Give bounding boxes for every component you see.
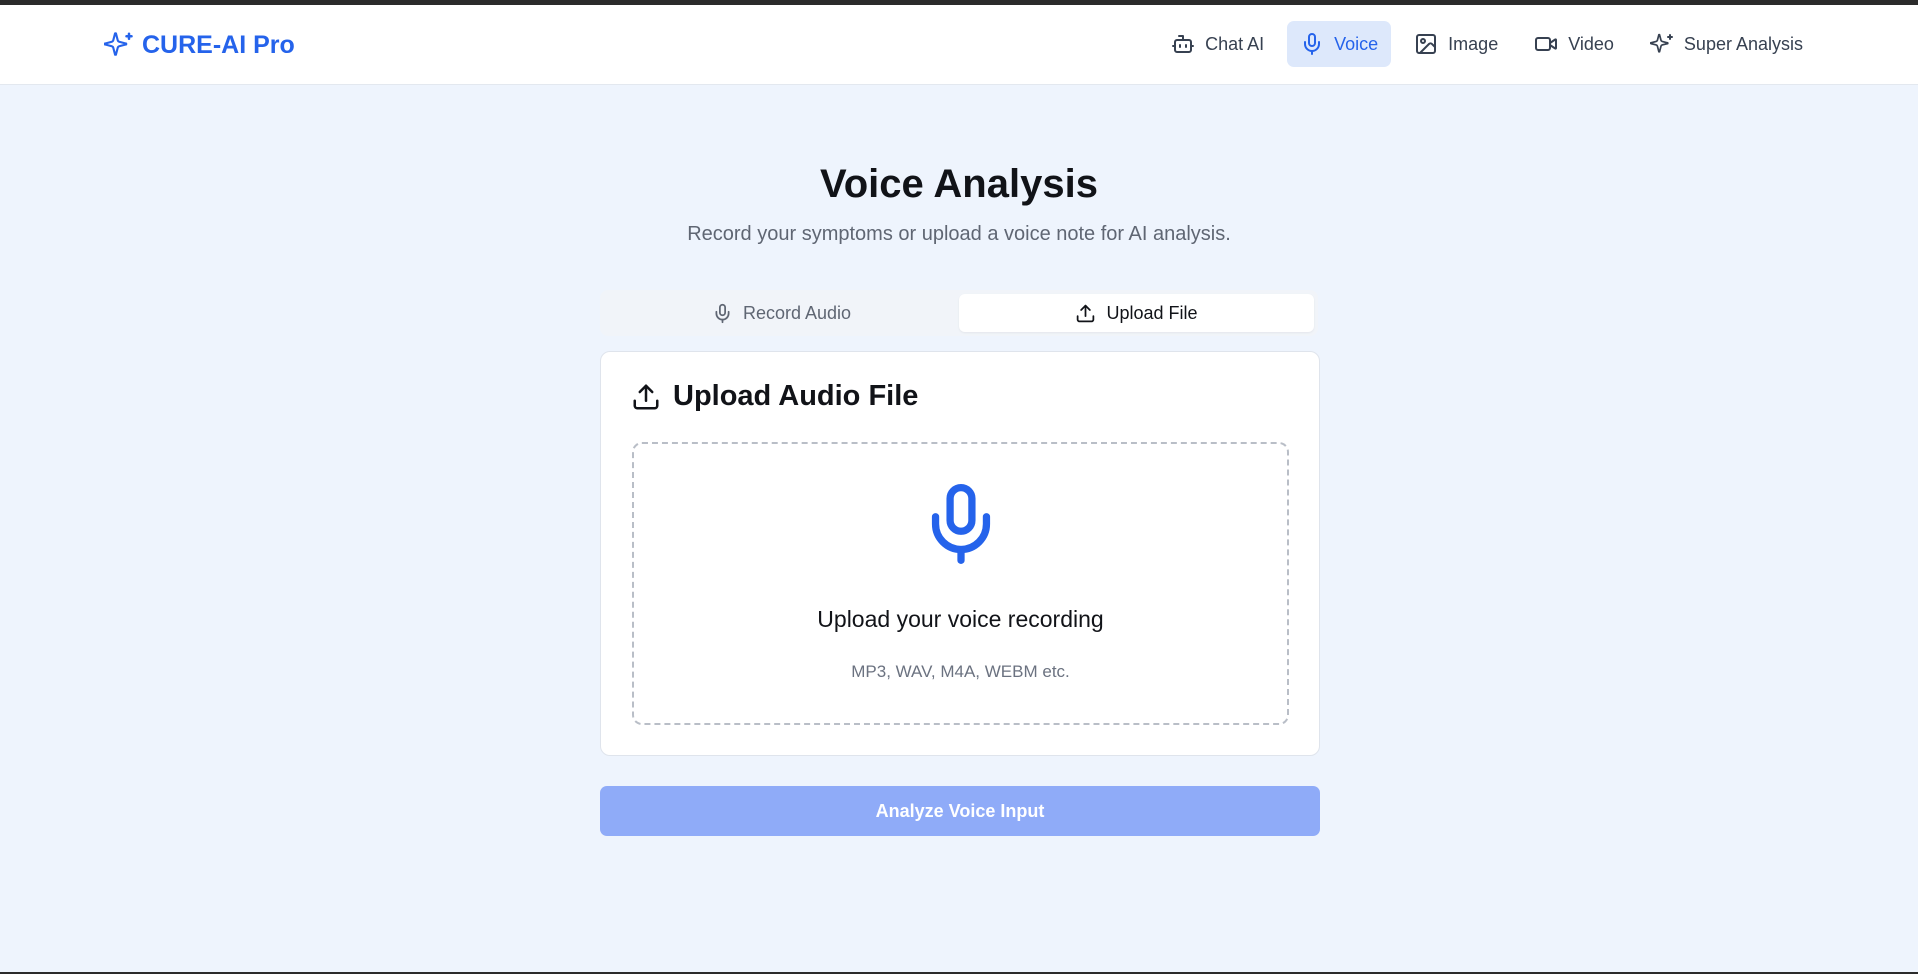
input-mode-tabs: Record Audio Upload File — [600, 290, 1318, 336]
main-nav: Chat AI Voice Image Video Super Analysis — [1158, 21, 1816, 67]
analyze-voice-button[interactable]: Analyze Voice Input — [600, 786, 1320, 836]
mic-icon — [715, 303, 730, 323]
sparkles-icon — [1649, 33, 1673, 53]
dropzone-title: Upload your voice recording — [817, 606, 1104, 632]
upload-icon — [633, 384, 659, 409]
card-title-text: Upload Audio File — [673, 380, 919, 412]
top-navbar: CURE-AI Pro Chat AI Voice Image Video Su… — [0, 5, 1918, 85]
brand-name: CURE-AI Pro — [142, 30, 295, 59]
dropzone-formats: MP3, WAV, M4A, WEBM etc. — [851, 662, 1070, 681]
nav-item-video[interactable]: Video — [1521, 21, 1627, 67]
nav-item-label: Image — [1448, 33, 1499, 54]
nav-item-label: Chat AI — [1205, 33, 1265, 54]
bot-icon — [1172, 35, 1195, 53]
upload-icon — [1077, 304, 1095, 322]
mic-icon — [931, 484, 990, 564]
nav-item-label: Super Analysis — [1683, 33, 1803, 54]
nav-item-image[interactable]: Image — [1401, 21, 1511, 67]
nav-item-label: Video — [1568, 33, 1614, 54]
upload-audio-card: Upload Audio File Upload your voice reco… — [600, 351, 1320, 756]
tab-upload-file[interactable]: Upload File — [959, 294, 1314, 332]
audio-dropzone[interactable]: Upload your voice recording MP3, WAV, M4… — [632, 442, 1289, 725]
card-title: Upload Audio File — [631, 380, 918, 413]
brand-logo[interactable]: CURE-AI Pro — [104, 27, 295, 63]
page-subtitle: Record your symptoms or upload a voice n… — [687, 223, 1231, 245]
tab-label: Upload File — [1106, 302, 1198, 323]
nav-item-super-analysis[interactable]: Super Analysis — [1637, 21, 1816, 67]
video-icon — [1535, 37, 1558, 51]
mic-icon — [1304, 33, 1321, 55]
tab-record-audio[interactable]: Record Audio — [604, 294, 959, 332]
page-title: Voice Analysis — [820, 162, 1098, 206]
image-icon — [1416, 34, 1437, 54]
nav-item-chat-ai[interactable]: Chat AI — [1158, 21, 1277, 67]
nav-item-label: Voice — [1334, 33, 1379, 54]
sparkles-icon — [104, 32, 133, 56]
tab-label: Record Audio — [742, 302, 852, 323]
nav-item-voice[interactable]: Voice — [1287, 21, 1392, 67]
